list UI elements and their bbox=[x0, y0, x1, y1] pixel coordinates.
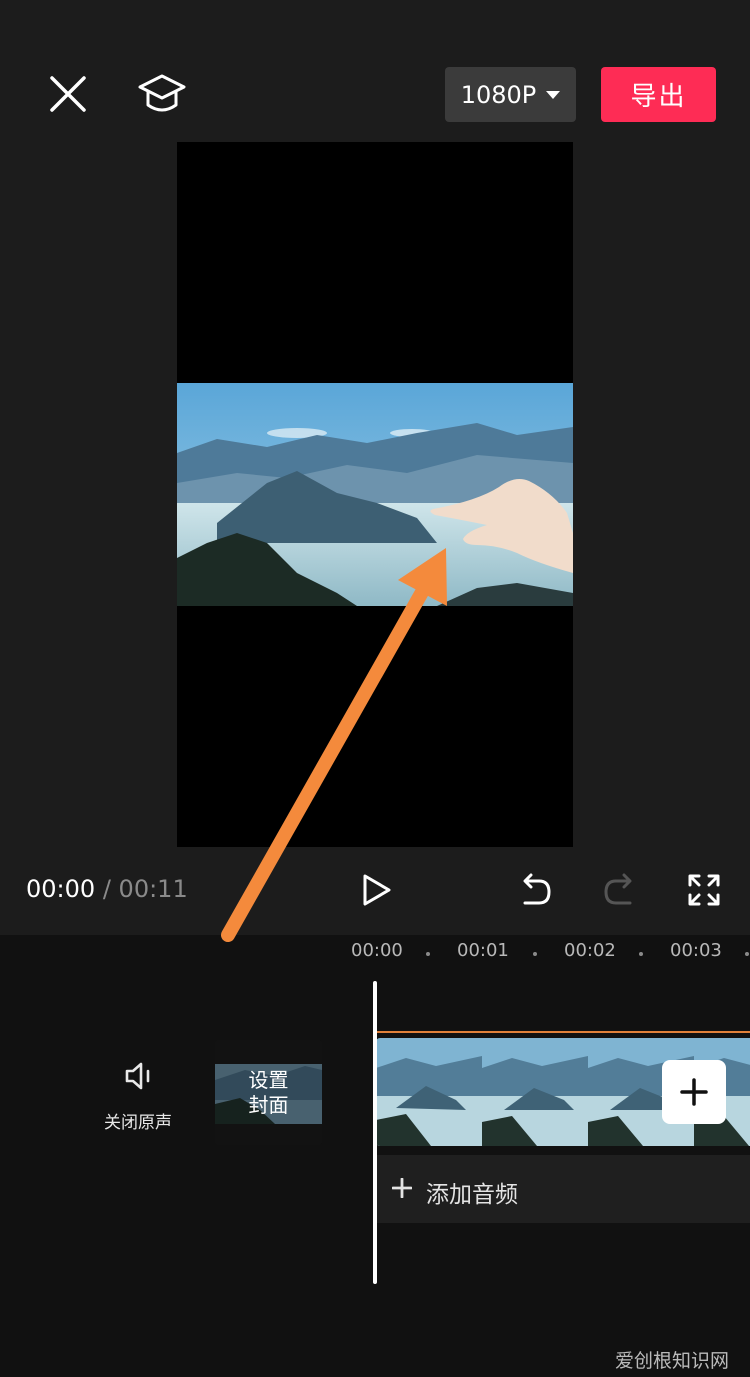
export-button[interactable]: 导出 bbox=[601, 67, 716, 122]
ruler-label-3: 00:03 bbox=[670, 940, 722, 961]
ruler-label-0: 00:00 bbox=[351, 940, 403, 961]
ruler-dot bbox=[639, 952, 643, 956]
total-time: 00:11 bbox=[118, 875, 188, 903]
chevron-down-icon bbox=[546, 90, 561, 99]
redo-icon[interactable] bbox=[597, 868, 643, 912]
play-icon[interactable] bbox=[352, 866, 400, 914]
ruler-label-2: 00:02 bbox=[564, 940, 616, 961]
resolution-dropdown[interactable]: 1080P bbox=[445, 67, 576, 122]
set-cover-line1: 设置 bbox=[248, 1067, 289, 1092]
preview-frame-image bbox=[177, 383, 573, 606]
add-clip-button[interactable] bbox=[662, 1060, 726, 1124]
playback-time: 00:00 / 00:11 bbox=[26, 875, 188, 903]
graduation-cap-icon[interactable] bbox=[136, 70, 188, 118]
video-preview[interactable] bbox=[177, 142, 573, 847]
ruler-dot bbox=[426, 952, 430, 956]
plus-icon bbox=[390, 1176, 414, 1200]
undo-icon[interactable] bbox=[512, 868, 558, 912]
close-icon[interactable] bbox=[44, 70, 92, 118]
ruler-label-1: 00:01 bbox=[457, 940, 509, 961]
resolution-label: 1080P bbox=[460, 80, 537, 109]
clip-selection-border bbox=[376, 1031, 750, 1033]
set-cover-button[interactable]: 设置 封面 bbox=[215, 1040, 322, 1145]
current-time: 00:00 bbox=[26, 875, 96, 903]
time-separator: / bbox=[102, 875, 111, 903]
ruler-dot bbox=[745, 952, 749, 956]
clip-thumbnail bbox=[376, 1038, 482, 1146]
add-audio-label[interactable]: 添加音频 bbox=[426, 1175, 518, 1209]
mute-original-audio-label[interactable]: 关闭原声 bbox=[104, 1108, 172, 1133]
playhead[interactable] bbox=[373, 981, 377, 1284]
set-cover-line2: 封面 bbox=[248, 1092, 289, 1117]
speaker-icon[interactable] bbox=[118, 1056, 162, 1096]
ruler-dot bbox=[533, 952, 537, 956]
plus-icon bbox=[680, 1078, 708, 1106]
set-cover-label: 设置 封面 bbox=[215, 1040, 322, 1145]
fullscreen-icon[interactable] bbox=[682, 868, 726, 912]
watermark: 爱创根知识网 bbox=[615, 1350, 730, 1372]
clip-thumbnail bbox=[482, 1038, 588, 1146]
